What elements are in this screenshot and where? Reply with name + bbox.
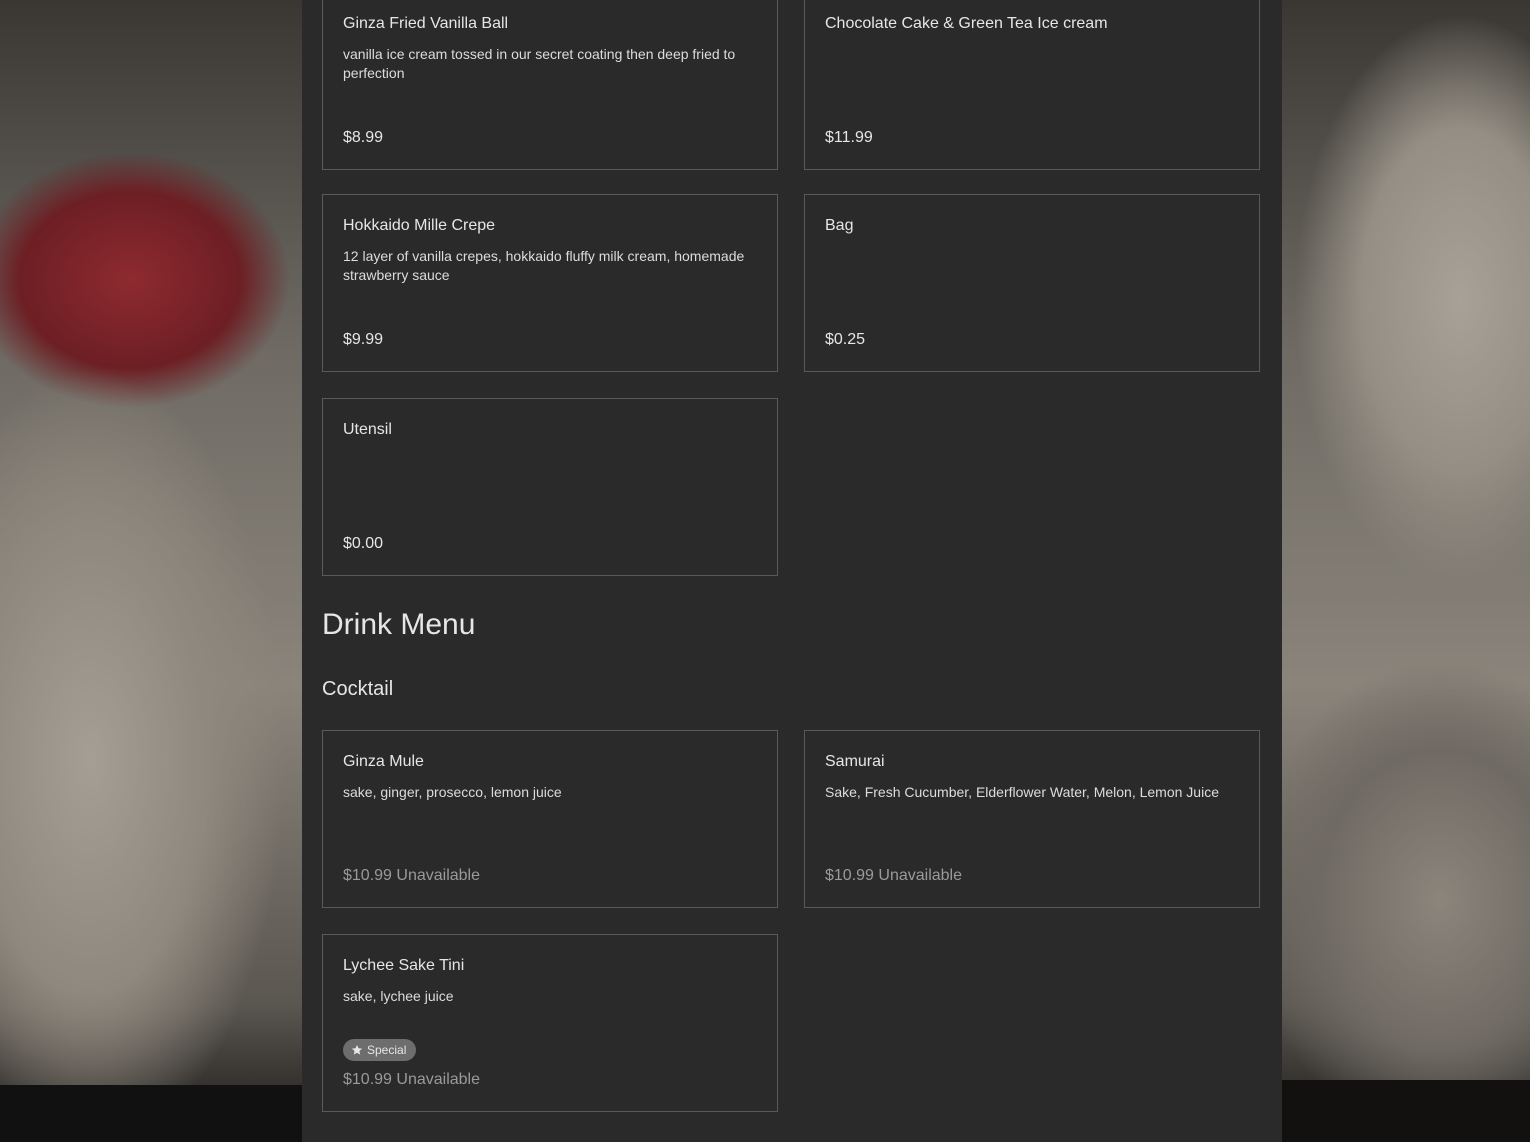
background-shadow [0,1085,302,1142]
menu-item-card[interactable]: Utensil $0.00 [322,398,778,576]
menu-item-card[interactable]: Samurai Sake, Fresh Cucumber, Elderflowe… [804,730,1260,908]
item-price: $10.99 Unavailable [343,1071,480,1088]
special-badge: Special [343,1039,417,1061]
item-name: Ginza Mule [343,753,424,770]
item-price: $10.99 Unavailable [343,867,480,884]
item-description: vanilla ice cream tossed in our secret c… [343,46,736,81]
menu-title: Drink Menu [322,608,476,641]
item-description: 12 layer of vanilla crepes, hokkaido flu… [343,248,745,283]
background-shadow [1282,1080,1530,1142]
item-price: $0.25 [825,331,866,348]
star-icon [351,1045,363,1055]
item-name: Utensil [343,421,392,438]
section-title: Cocktail [322,678,394,700]
item-name: Ginza Fried Vanilla Ball [343,15,509,32]
badge-label: Special [367,1043,407,1057]
menu-item-card[interactable]: Ginza Mule sake, ginger, prosecco, lemon… [322,730,778,908]
menu-item-card[interactable]: Ginza Fried Vanilla Ball vanilla ice cre… [322,0,778,170]
menu-item-card[interactable]: Lychee Sake Tini sake, lychee juice Spec… [322,934,778,1112]
item-price: $9.99 [343,331,384,348]
menu-panel: Ginza Fried Vanilla Ball vanilla ice cre… [302,0,1282,1142]
item-name: Hokkaido Mille Crepe [343,217,496,234]
menu-item-card[interactable]: Bag $0.25 [804,194,1260,372]
item-price: $11.99 [825,129,873,146]
item-name: Bag [825,217,854,234]
item-price: $8.99 [343,129,384,146]
item-description: sake, lychee juice [343,988,454,1004]
menu-item-card[interactable]: Chocolate Cake & Green Tea Ice cream $11… [804,0,1260,170]
item-name: Lychee Sake Tini [343,957,465,974]
item-description: sake, ginger, prosecco, lemon juice [343,784,562,800]
menu-item-card[interactable]: Hokkaido Mille Crepe 12 layer of vanilla… [322,194,778,372]
item-name: Chocolate Cake & Green Tea Ice cream [825,15,1108,32]
item-price: $10.99 Unavailable [825,867,962,884]
item-price: $0.00 [343,535,384,552]
item-description: Sake, Fresh Cucumber, Elderflower Water,… [825,784,1219,800]
item-name: Samurai [825,753,885,770]
